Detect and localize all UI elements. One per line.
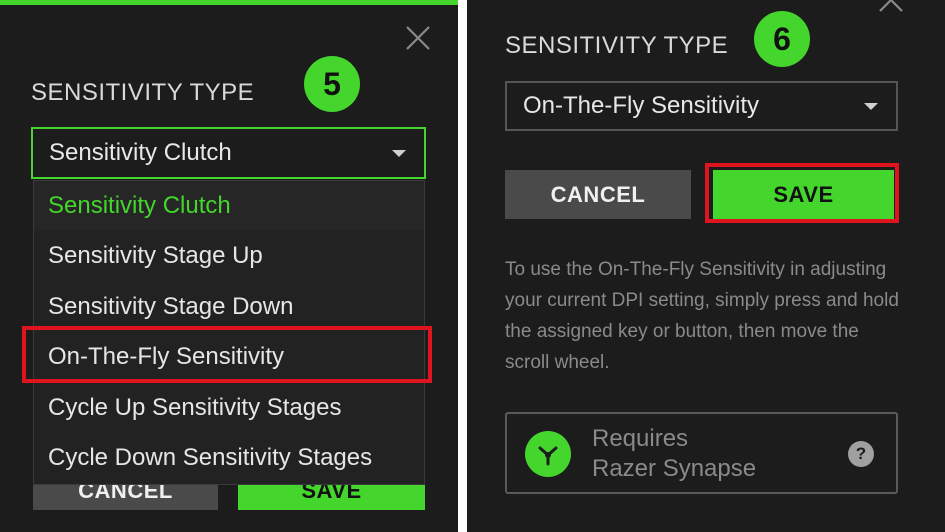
top-accent-bar bbox=[0, 0, 458, 5]
synapse-text: Requires Razer Synapse bbox=[592, 424, 756, 484]
cancel-label: CANCEL bbox=[550, 181, 646, 207]
razer-synapse-icon bbox=[525, 431, 571, 477]
left-settings-panel: SENSITIVITY TYPE 5 Sensitivity Clutch CA… bbox=[0, 0, 458, 532]
close-icon[interactable] bbox=[877, 0, 905, 14]
requires-synapse-box: Requires Razer Synapse ? bbox=[505, 412, 898, 494]
dropdown-option[interactable]: Sensitivity Stage Up bbox=[34, 231, 424, 281]
dropdown-option[interactable]: Sensitivity Clutch bbox=[34, 181, 424, 231]
close-icon[interactable] bbox=[404, 24, 432, 52]
dropdown-option[interactable]: Cycle Up Sensitivity Stages bbox=[34, 383, 424, 433]
select-value: On-The-Fly Sensitivity bbox=[523, 92, 760, 119]
sensitivity-type-title: SENSITIVITY TYPE bbox=[31, 79, 255, 106]
chevron-down-icon[interactable] bbox=[392, 150, 406, 157]
dropdown-option[interactable]: Sensitivity Stage Down bbox=[34, 282, 424, 332]
synapse-line-1: Requires bbox=[592, 425, 689, 452]
synapse-line-2: Razer Synapse bbox=[592, 455, 757, 482]
dropdown-option[interactable]: Cycle Down Sensitivity Stages bbox=[34, 433, 424, 483]
sensitivity-type-select[interactable]: Sensitivity Clutch bbox=[31, 127, 426, 179]
highlight-box bbox=[705, 163, 899, 223]
sensitivity-type-title: SENSITIVITY TYPE bbox=[505, 32, 729, 59]
help-icon[interactable]: ? bbox=[848, 441, 874, 467]
info-text: To use the On-The-Fly Sensitivity in adj… bbox=[505, 259, 899, 373]
chevron-down-icon[interactable] bbox=[864, 103, 878, 110]
highlight-box bbox=[22, 326, 432, 383]
cancel-button[interactable]: CANCEL bbox=[505, 170, 691, 219]
step-badge: 5 bbox=[304, 56, 360, 112]
sensitivity-type-select[interactable]: On-The-Fly Sensitivity bbox=[505, 81, 898, 131]
select-value: Sensitivity Clutch bbox=[49, 139, 232, 166]
step-badge: 6 bbox=[754, 11, 810, 67]
